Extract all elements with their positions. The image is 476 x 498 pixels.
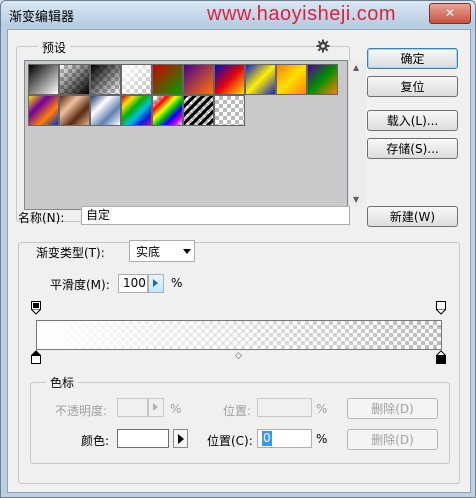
stops-label: 色标 bbox=[46, 374, 79, 391]
smoothness-stepper[interactable] bbox=[148, 274, 164, 293]
close-icon: ✕ bbox=[444, 6, 456, 20]
watermark: www.haoyisheji.com bbox=[207, 3, 397, 25]
load-button[interactable]: 载入(L)... bbox=[367, 110, 458, 131]
stops-group bbox=[30, 382, 450, 464]
title-bar[interactable]: 渐变编辑器 www.haoyisheji.com ✕ bbox=[1, 1, 475, 27]
color-label: 颜色: bbox=[81, 434, 110, 448]
preset-swatch[interactable] bbox=[28, 64, 59, 95]
preset-swatch[interactable] bbox=[245, 64, 276, 95]
chevron-right-icon bbox=[178, 434, 184, 444]
opacity-position-label: 位置: bbox=[223, 404, 252, 418]
preset-swatch[interactable] bbox=[152, 64, 183, 95]
close-button[interactable]: ✕ bbox=[429, 3, 471, 24]
opacity-stop-left[interactable] bbox=[31, 301, 41, 315]
preset-swatch[interactable] bbox=[59, 95, 90, 126]
preset-swatch[interactable] bbox=[90, 64, 121, 95]
preset-swatch[interactable] bbox=[183, 95, 214, 126]
preset-swatch[interactable] bbox=[276, 64, 307, 95]
color-position-unit: % bbox=[316, 432, 328, 446]
scroll-down-icon[interactable]: ▼ bbox=[353, 195, 359, 204]
preset-swatch[interactable] bbox=[90, 95, 121, 126]
ok-button[interactable]: 确定 bbox=[367, 48, 458, 69]
chevron-down-icon bbox=[183, 249, 191, 254]
delete-color-stop-button[interactable]: 删除(D) bbox=[347, 429, 438, 450]
gear-icon[interactable] bbox=[316, 39, 330, 53]
name-label: 名称(N): bbox=[18, 211, 65, 225]
preset-swatch[interactable] bbox=[121, 64, 152, 95]
opacity-stop-right[interactable] bbox=[436, 301, 446, 315]
preset-swatch[interactable] bbox=[121, 95, 152, 126]
midpoint-diamond-icon[interactable]: ◇ bbox=[235, 351, 242, 361]
name-field[interactable]: 自定 bbox=[81, 206, 350, 225]
dialog-body: 预设 ▲ ▼ 确定 复位 载入(L)... 存储(S)... 名称(N): 自定… bbox=[7, 29, 471, 493]
color-swatch[interactable] bbox=[117, 429, 169, 448]
color-position-value: 0 bbox=[262, 431, 272, 446]
new-button[interactable]: 新建(W) bbox=[367, 206, 458, 227]
smoothness-label: 平滑度(M): bbox=[50, 278, 110, 292]
smoothness-field[interactable]: 100 bbox=[118, 274, 148, 293]
preset-swatch[interactable] bbox=[214, 95, 245, 126]
preset-swatch[interactable] bbox=[28, 95, 59, 126]
preset-scrollbar[interactable]: ▲ ▼ bbox=[348, 61, 366, 207]
color-position-field[interactable]: 0 bbox=[257, 429, 312, 448]
gradient-type-label: 渐变类型(T): bbox=[32, 244, 109, 261]
gradient-type-value: 实底 bbox=[136, 245, 161, 259]
opacity-stepper[interactable] bbox=[148, 398, 164, 417]
delete-opacity-stop-button[interactable]: 删除(D) bbox=[347, 398, 438, 419]
preset-swatch[interactable] bbox=[214, 64, 245, 95]
gradient-preview-bar[interactable] bbox=[36, 320, 442, 350]
preset-swatch-list[interactable]: ▲ ▼ bbox=[24, 60, 366, 210]
color-position-label: 位置(C): bbox=[207, 434, 253, 448]
gradient-editor-window: 渐变编辑器 www.haoyisheji.com ✕ 预设 ▲ ▼ 确定 复位 … bbox=[0, 0, 476, 498]
color-stop-right[interactable] bbox=[435, 350, 447, 364]
opacity-position-field[interactable] bbox=[257, 398, 312, 417]
preset-swatch[interactable] bbox=[59, 64, 90, 95]
presets-label: 预设 bbox=[38, 39, 71, 56]
gradient-type-select[interactable]: 实底 bbox=[129, 240, 195, 262]
chevron-right-icon bbox=[153, 279, 158, 287]
smoothness-unit: % bbox=[171, 276, 183, 290]
scroll-up-icon[interactable]: ▲ bbox=[353, 63, 359, 72]
save-button[interactable]: 存储(S)... bbox=[367, 138, 458, 159]
reset-button[interactable]: 复位 bbox=[367, 76, 458, 97]
preset-swatch[interactable] bbox=[152, 95, 183, 126]
opacity-label: 不透明度: bbox=[55, 404, 108, 418]
color-menu-button[interactable] bbox=[173, 429, 188, 448]
window-title: 渐变编辑器 bbox=[9, 10, 75, 25]
color-stop-left[interactable] bbox=[30, 350, 42, 364]
chevron-right-icon bbox=[153, 403, 158, 411]
preset-swatch[interactable] bbox=[307, 64, 338, 95]
opacity-unit: % bbox=[170, 402, 182, 416]
opacity-field[interactable] bbox=[117, 398, 148, 417]
opacity-position-unit: % bbox=[316, 402, 328, 416]
preset-swatch[interactable] bbox=[183, 64, 214, 95]
